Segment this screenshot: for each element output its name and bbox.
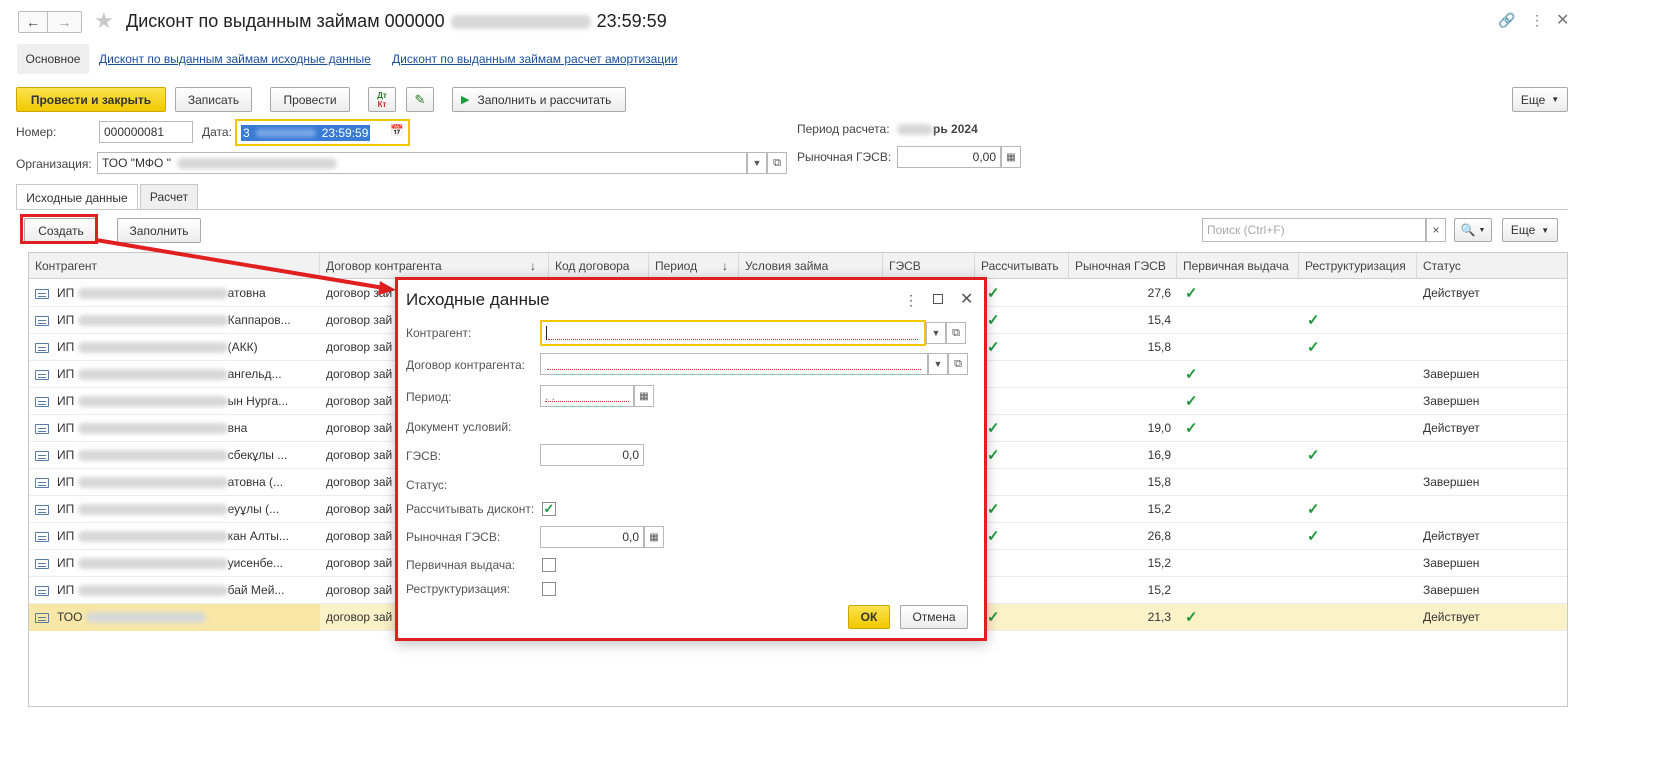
text-cursor xyxy=(546,326,547,340)
restructuring-checkbox[interactable] xyxy=(542,582,556,596)
gesv-label: ГЭСВ: xyxy=(406,449,442,463)
ok-button[interactable]: ОК xyxy=(848,605,890,629)
period-calendar-button[interactable]: ▦ xyxy=(634,385,654,407)
dialog-title: Исходные данные xyxy=(406,290,550,309)
market-gesv-calculator-button[interactable]: ▦ xyxy=(644,526,664,548)
doc-label: Документ условий: xyxy=(406,420,512,434)
kontragent-field[interactable] xyxy=(540,320,926,346)
kontragent-dropdown-button[interactable]: ▼ xyxy=(926,322,946,344)
market-gesv-label-dialog: Рыночная ГЭСВ: xyxy=(406,530,501,544)
status-label: Статус: xyxy=(406,478,448,492)
calc-discount-label: Рассчитывать дисконт: xyxy=(406,502,535,516)
restructuring-label: Реструктуризация: xyxy=(406,582,511,596)
dogovor-field[interactable] xyxy=(540,353,928,375)
dialog-close-icon[interactable]: ✕ xyxy=(960,289,973,309)
checkmark-icon: ✓ xyxy=(543,501,555,516)
period-field[interactable]: . . xyxy=(540,385,634,407)
dogovor-dropdown-button[interactable]: ▼ xyxy=(928,353,948,375)
dogovor-open-button[interactable]: ⧉ xyxy=(948,353,968,375)
cancel-button[interactable]: Отмена xyxy=(900,605,968,629)
kontragent-open-button[interactable]: ⧉ xyxy=(946,322,966,344)
market-gesv-field-dialog[interactable]: 0,0 xyxy=(540,526,644,548)
primary-issue-checkbox[interactable] xyxy=(542,558,556,572)
calc-discount-checkbox[interactable]: ✓ xyxy=(542,501,556,516)
dialog-more-icon[interactable]: ⋮ xyxy=(904,292,918,309)
source-data-dialog: Исходные данные ⋮ ✕ Контрагент: ▼ ⧉ Дого… xyxy=(395,277,987,641)
dogovor-label: Договор контрагента: xyxy=(406,358,525,372)
dialog-maximize-icon[interactable] xyxy=(933,294,943,304)
kontragent-label: Контрагент: xyxy=(406,326,472,340)
period-label-dialog: Период: xyxy=(406,390,452,404)
gesv-field[interactable]: 0,0 xyxy=(540,444,644,466)
primary-issue-label: Первичная выдача: xyxy=(406,558,516,572)
